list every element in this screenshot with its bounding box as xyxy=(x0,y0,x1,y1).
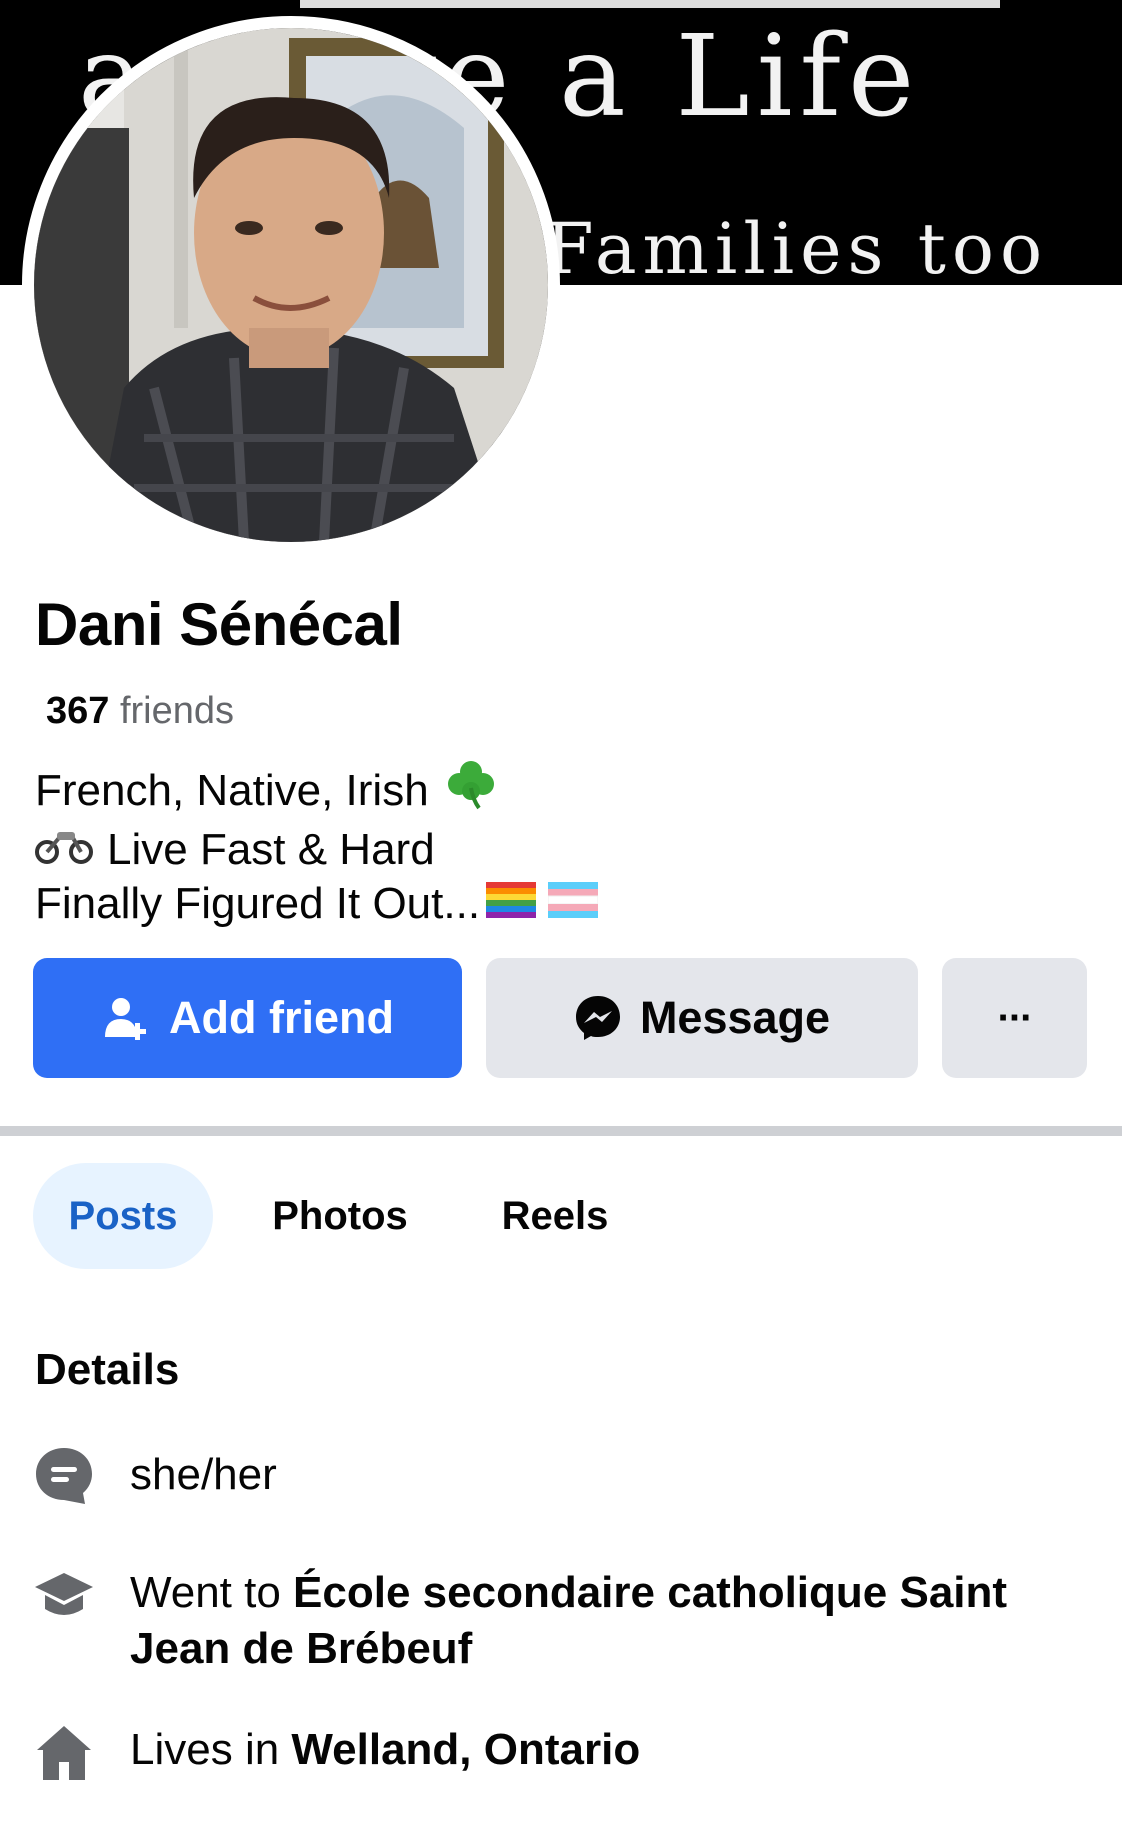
tab-reels-label: Reels xyxy=(501,1193,609,1238)
motorcycle-emoji-icon xyxy=(35,823,93,877)
message-button[interactable]: Message xyxy=(486,958,918,1078)
profile-bio: French, Native, Irish Live Fast & Hard F… xyxy=(35,758,599,931)
pride-flag-emoji-icon xyxy=(486,877,537,931)
tab-photos[interactable]: Photos xyxy=(255,1163,425,1269)
section-divider xyxy=(0,1126,1122,1136)
school-name-line1[interactable]: École secondaire catholique Saint xyxy=(293,1568,1007,1617)
tab-reels[interactable]: Reels xyxy=(480,1163,630,1269)
location-prefix: Lives in xyxy=(130,1725,292,1774)
trans-flag-emoji-icon xyxy=(547,877,599,931)
bio-line-2-text: Live Fast & Hard xyxy=(107,825,435,874)
tab-posts-label: Posts xyxy=(68,1193,178,1238)
location-place[interactable]: Welland, Ontario xyxy=(291,1725,640,1774)
bio-line-1: French, Native, Irish xyxy=(35,758,598,823)
friends-count-label: friends xyxy=(119,690,235,732)
home-icon xyxy=(37,1726,91,1780)
graduation-cap-icon xyxy=(35,1573,93,1615)
shamrock-emoji-icon xyxy=(445,758,497,823)
messenger-icon xyxy=(575,996,620,1040)
pronouns-detail: she/her xyxy=(130,1450,277,1499)
tab-posts[interactable]: Posts xyxy=(33,1163,213,1269)
add-person-icon xyxy=(105,998,146,1040)
details-heading: Details xyxy=(35,1345,180,1394)
location-detail[interactable]: Lives in Welland, Ontario xyxy=(130,1722,640,1778)
bio-line-3-text: Finally Figured It Out... xyxy=(35,879,481,928)
cover-decoration xyxy=(300,0,1000,8)
bio-line-1-text: French, Native, Irish xyxy=(35,765,429,815)
profile-name: Dani Sénécal xyxy=(35,591,403,658)
add-friend-label: Add friend xyxy=(169,992,394,1043)
bio-line-2: Live Fast & Hard xyxy=(35,823,598,877)
pronouns-icon xyxy=(36,1448,92,1504)
tab-photos-label: Photos xyxy=(272,1193,408,1238)
more-options-label: ··· xyxy=(997,995,1034,1040)
bio-line-3: Finally Figured It Out... xyxy=(35,877,599,931)
add-friend-button[interactable]: Add friend xyxy=(33,958,462,1078)
profile-picture[interactable] xyxy=(22,16,560,554)
school-name-line2[interactable]: Jean de Brébeuf xyxy=(130,1624,472,1673)
education-prefix: Went to xyxy=(130,1568,294,1617)
education-detail[interactable]: Went to École secondaire catholique Sain… xyxy=(130,1565,1007,1677)
more-options-button[interactable]: ··· xyxy=(942,958,1087,1078)
profile-photo-illustration xyxy=(34,28,548,542)
cover-text-line2: Families too xyxy=(545,208,1049,285)
friends-count[interactable]: 367 friends xyxy=(46,690,234,733)
message-label: Message xyxy=(639,992,831,1043)
friends-count-number: 367 xyxy=(46,690,110,732)
